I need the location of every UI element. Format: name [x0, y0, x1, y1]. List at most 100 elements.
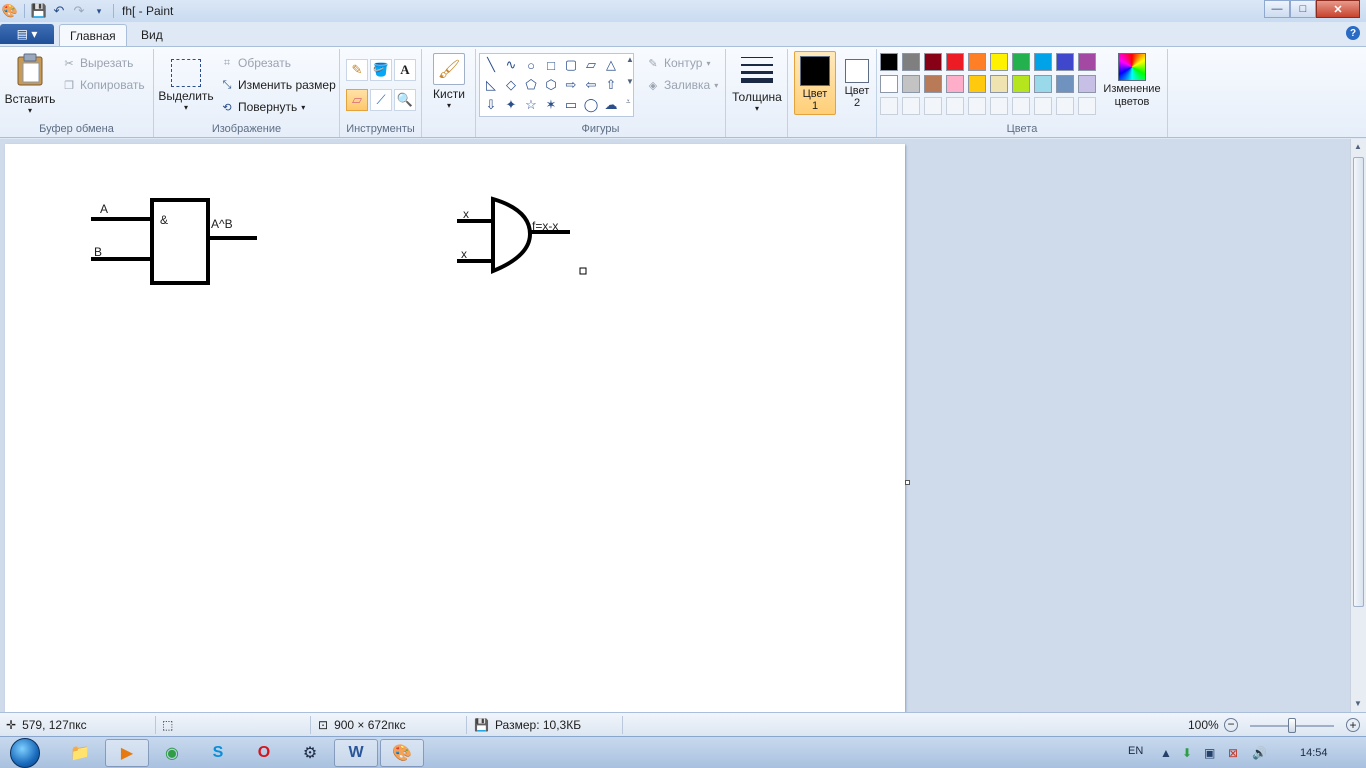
shape-item[interactable]: ▱ — [581, 55, 601, 75]
custom-color-slot[interactable] — [968, 97, 986, 115]
color-swatch[interactable] — [1056, 53, 1074, 71]
shape-item[interactable]: ◯ — [581, 95, 601, 115]
custom-color-slot[interactable] — [946, 97, 964, 115]
color-picker-tool[interactable]: ⟋ — [370, 89, 392, 111]
color-swatch[interactable] — [968, 53, 986, 71]
text-tool[interactable]: A — [394, 59, 416, 81]
download-icon[interactable]: ⬇ — [1182, 746, 1192, 760]
color-swatch[interactable] — [1078, 53, 1096, 71]
color-swatch[interactable] — [968, 75, 986, 93]
taskbar-opera[interactable]: O — [242, 739, 286, 767]
taskbar-media-player[interactable]: ▶ — [105, 739, 149, 767]
shape-item[interactable]: ╲ — [481, 55, 501, 75]
color-swatch[interactable] — [946, 75, 964, 93]
paste-button[interactable]: Вставить ▾ — [4, 53, 56, 115]
taskbar-word[interactable]: W — [334, 739, 378, 767]
canvas-resize-handle[interactable] — [905, 480, 910, 485]
color-swatch[interactable] — [924, 75, 942, 93]
shape-item[interactable]: ☆ — [521, 95, 541, 115]
scroll-up-arrow-icon[interactable]: ▲ — [1354, 142, 1362, 151]
show-hidden-icons-icon[interactable]: ▲ — [1160, 746, 1172, 760]
shapes-expand-icon[interactable]: ⩡ — [626, 97, 631, 107]
custom-color-slot[interactable] — [1078, 97, 1096, 115]
shapes-scroll-up-icon[interactable]: ▲ — [626, 55, 634, 64]
network-icon[interactable]: ⊠ — [1228, 746, 1238, 760]
magnifier-tool[interactable]: 🔍 — [394, 89, 416, 111]
vertical-scrollbar[interactable]: ▲ ▼ — [1350, 139, 1366, 712]
color-swatch[interactable] — [990, 53, 1008, 71]
color-swatch[interactable] — [1034, 53, 1052, 71]
start-button[interactable] — [6, 737, 44, 768]
file-menu-button[interactable]: ▤ ▾ — [0, 24, 54, 44]
taskbar-steam[interactable]: ⚙ — [288, 739, 332, 767]
shape-item[interactable]: ▭ — [561, 95, 581, 115]
help-icon[interactable]: ? — [1346, 26, 1360, 40]
color-swatch[interactable] — [946, 53, 964, 71]
taskbar-skype[interactable]: S — [196, 739, 240, 767]
copy-button[interactable]: ❐ Копировать — [62, 78, 145, 92]
shape-item[interactable]: ○ — [521, 55, 541, 75]
fill-tool[interactable]: 🪣 — [370, 59, 392, 81]
close-button[interactable]: ✕ — [1316, 0, 1360, 18]
shape-item[interactable]: ⇨ — [561, 75, 581, 95]
color-swatch[interactable] — [990, 75, 1008, 93]
color-swatch[interactable] — [880, 75, 898, 93]
fill-button[interactable]: ◈ Заливка ▾ — [646, 78, 718, 92]
shape-item[interactable]: ◇ — [501, 75, 521, 95]
eraser-tool[interactable]: ▱ — [346, 89, 368, 111]
custom-color-slot[interactable] — [1012, 97, 1030, 115]
volume-icon[interactable]: 🔊 — [1252, 746, 1267, 760]
scroll-down-arrow-icon[interactable]: ▼ — [1354, 699, 1362, 708]
color-swatch[interactable] — [880, 53, 898, 71]
color1-button[interactable]: Цвет 1 — [794, 51, 836, 115]
custom-color-slot[interactable] — [924, 97, 942, 115]
shape-item[interactable]: □ — [541, 55, 561, 75]
vertical-scroll-thumb[interactable] — [1353, 157, 1364, 607]
custom-color-slot[interactable] — [1056, 97, 1074, 115]
shape-item[interactable]: ⇩ — [481, 95, 501, 115]
drawing-canvas[interactable]: A B & A^B x x f=x-x — [5, 144, 910, 712]
custom-color-slot[interactable] — [990, 97, 1008, 115]
color2-button[interactable]: Цвет 2 — [840, 51, 874, 115]
customize-quick-access-icon[interactable]: ▾ — [89, 1, 109, 21]
shapes-scroll-down-icon[interactable]: ▼ — [626, 77, 634, 86]
edit-colors-button[interactable]: Изменение цветов — [1099, 53, 1165, 109]
redo-icon[interactable]: ↷ — [69, 1, 89, 21]
tab-view[interactable]: Вид — [131, 24, 173, 46]
shape-item[interactable]: △ — [601, 55, 621, 75]
custom-color-slot[interactable] — [902, 97, 920, 115]
color-swatch[interactable] — [1078, 75, 1096, 93]
pencil-tool[interactable]: ✎ — [346, 59, 368, 81]
zoom-slider-thumb[interactable] — [1288, 718, 1296, 733]
device-icon[interactable]: ▣ — [1204, 746, 1215, 760]
shape-item[interactable]: ∿ — [501, 55, 521, 75]
taskbar-explorer[interactable]: 📁 — [58, 739, 102, 767]
outline-button[interactable]: ✎ Контур ▾ — [646, 56, 710, 70]
shape-item[interactable]: ⬡ — [541, 75, 561, 95]
brushes-button[interactable]: 🖌 Кисти ▾ — [426, 53, 472, 110]
color-swatch[interactable] — [1012, 75, 1030, 93]
selection-handle[interactable] — [579, 267, 587, 275]
color-swatch[interactable] — [1056, 75, 1074, 93]
size-button[interactable]: Толщина ▾ — [730, 53, 784, 113]
custom-color-slot[interactable] — [880, 97, 898, 115]
color-swatch[interactable] — [924, 53, 942, 71]
resize-button[interactable]: ⤡ Изменить размер — [220, 78, 336, 92]
color-swatch[interactable] — [902, 75, 920, 93]
zoom-in-button[interactable]: + — [1346, 718, 1360, 732]
color-swatch[interactable] — [1012, 53, 1030, 71]
language-indicator[interactable]: EN — [1128, 745, 1143, 757]
color-swatch[interactable] — [902, 53, 920, 71]
shape-item[interactable]: ⬠ — [521, 75, 541, 95]
custom-color-slot[interactable] — [1034, 97, 1052, 115]
shape-item[interactable]: ✦ — [501, 95, 521, 115]
shape-item[interactable]: ◺ — [481, 75, 501, 95]
zoom-out-button[interactable]: − — [1224, 718, 1238, 732]
save-icon[interactable]: 💾 — [29, 1, 49, 21]
rotate-button[interactable]: ⟲ Повернуть ▾ — [220, 100, 305, 114]
paint-app-icon[interactable]: 🎨 — [0, 1, 20, 21]
shape-item[interactable]: ☁ — [601, 95, 621, 115]
crop-button[interactable]: ⌗ Обрезать — [220, 56, 291, 70]
maximize-button[interactable]: □ — [1290, 0, 1316, 18]
shape-item[interactable]: ⇧ — [601, 75, 621, 95]
